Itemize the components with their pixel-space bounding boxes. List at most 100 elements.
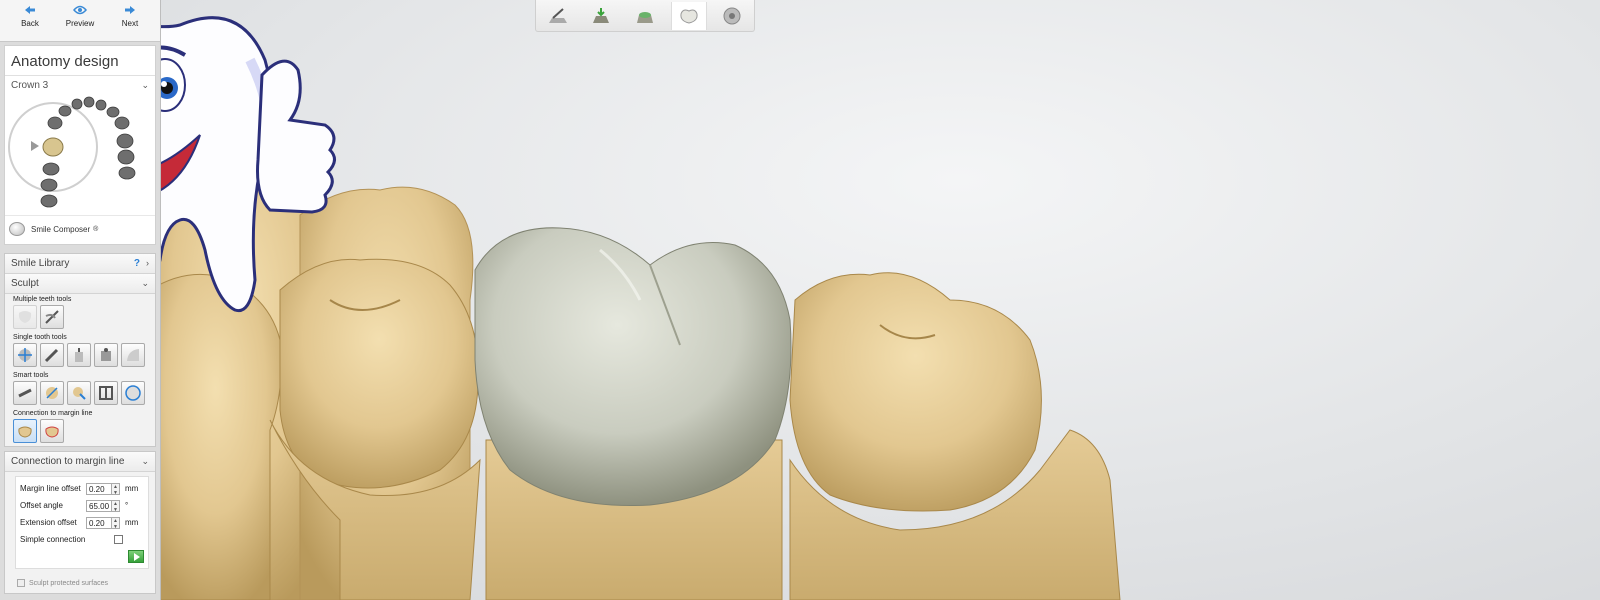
offset-angle-input[interactable]: 65.00 (86, 499, 112, 512)
sculpt-protected-row[interactable]: Sculpt protected surfaces (5, 573, 155, 593)
param-unit: mm (125, 518, 139, 527)
crown-icon (679, 9, 698, 24)
smooth-icon (127, 349, 139, 361)
multi-knife-tool[interactable] (40, 305, 64, 329)
simple-connection-row: Simple connection (20, 531, 144, 548)
chevron-down-icon: ⌄ (141, 456, 149, 466)
param-label: Extension offset (20, 518, 77, 527)
chevron-right-icon: › (146, 258, 149, 268)
3d-viewport[interactable] (0, 0, 1600, 600)
crown-3-model[interactable] (474, 227, 792, 507)
sculpt-protected-label: Sculpt protected surfaces (29, 579, 108, 587)
extension-offset-row: Extension offset 0.20 ▲ ▼ mm (20, 514, 144, 531)
param-unit: ° (125, 501, 129, 510)
sculpt-label: Sculpt (11, 278, 39, 289)
param-label: Offset angle (20, 501, 63, 510)
page-title: Anatomy design (5, 46, 155, 76)
scan-tool-button[interactable] (540, 2, 576, 30)
cusp-tool[interactable] (67, 381, 91, 405)
anatomy-section: Anatomy design Crown 3 ⌄ Smile Composer … (4, 45, 156, 245)
crown-select[interactable]: Crown 3 ⌄ (5, 76, 155, 95)
arrow-left-icon (25, 6, 35, 14)
multi-tooth-icon (18, 311, 32, 323)
back-button[interactable]: Back (10, 0, 50, 41)
add-material-tool[interactable] (67, 343, 91, 367)
tooth-arch-selector[interactable] (5, 95, 155, 215)
single-tooth-tools-label: Single tooth tools (13, 334, 67, 341)
abutment-icon (636, 11, 653, 23)
connection-tools (5, 418, 155, 446)
connection-tool-smooth[interactable] (13, 419, 37, 443)
eye-icon (73, 5, 87, 15)
scale-tool[interactable] (94, 343, 118, 367)
connection-params: Margin line offset 0.20 ▲ ▼ mm Offset ang… (15, 476, 149, 569)
smart-tools-label: Smart tools (13, 372, 49, 379)
connection-smooth-icon (18, 426, 32, 438)
smile-composer-row[interactable]: Smile Composer ® (5, 215, 155, 244)
back-label: Back (21, 19, 39, 28)
proximal-tool[interactable] (94, 381, 118, 405)
preview-button[interactable]: Preview (60, 0, 100, 41)
preview-label: Preview (65, 19, 95, 28)
occlusion-tool[interactable] (40, 381, 64, 405)
stepper[interactable]: ▲ ▼ (112, 482, 120, 496)
connection-tool-edge[interactable] (40, 419, 64, 443)
occlusion-icon (46, 387, 58, 399)
transform-tool[interactable] (13, 343, 37, 367)
smart-tools (5, 380, 155, 408)
left-panel: Back Preview Next Anatomy design Crown 3… (0, 0, 161, 600)
smile-library-header[interactable]: Smile Library ? › (5, 254, 155, 274)
crown-select-value: Crown 3 (11, 80, 49, 91)
abutment-button[interactable] (627, 2, 663, 30)
simple-connection-checkbox[interactable] (114, 535, 123, 544)
single-tooth-tools (5, 342, 155, 370)
anatomy-morph-tool[interactable] (121, 381, 145, 405)
contact-icon (18, 388, 32, 398)
smooth-tool[interactable] (121, 343, 145, 367)
contact-tool[interactable] (13, 381, 37, 405)
wizard-nav: Back Preview Next (0, 0, 160, 42)
multiple-teeth-tools-label: Multiple teeth tools (13, 296, 72, 303)
top-toolbar (535, 0, 755, 32)
transform-icon (18, 348, 32, 362)
chevron-down-icon: ⌄ (141, 278, 149, 288)
scale-icon (101, 348, 111, 361)
extension-offset-input[interactable]: 0.20 (86, 516, 112, 529)
multiple-teeth-tools (5, 304, 155, 332)
disc-icon (723, 7, 741, 24)
stepper[interactable]: ▲ ▼ (112, 516, 120, 530)
connection-header[interactable]: Connection to margin line ⌄ (5, 452, 155, 472)
connection-tools-label: Connection to margin line (13, 410, 93, 417)
connection-header-label: Connection to margin line (11, 456, 125, 467)
smile-library-section: Smile Library ? › Sculpt ⌄ Multiple teeth… (4, 253, 156, 447)
help-icon[interactable]: ? (134, 258, 140, 269)
add-material-icon (75, 348, 83, 362)
sculpt-header[interactable]: Sculpt ⌄ (5, 274, 155, 294)
sculpt-brush-tool[interactable] (40, 343, 64, 367)
disc-button[interactable] (714, 2, 750, 30)
next-button[interactable]: Next (110, 0, 150, 41)
smile-composer-label: Smile Composer (31, 224, 91, 234)
stepper[interactable]: ▲ ▼ (112, 499, 120, 513)
scan-tool-icon (548, 7, 567, 23)
anatomy-morph-icon (125, 385, 141, 401)
param-unit: mm (125, 484, 139, 493)
offset-angle-row: Offset angle 65.00 ▲ ▼ ° (20, 497, 144, 514)
smile-library-label: Smile Library (11, 258, 70, 269)
apply-play-button[interactable] (128, 550, 144, 563)
next-label: Next (121, 19, 139, 28)
multi-morph-tool[interactable] (13, 305, 37, 329)
connection-edge-icon (45, 426, 59, 438)
margin-line-offset-input[interactable]: 0.20 (86, 482, 112, 495)
selected-tooth-marker[interactable] (42, 137, 64, 157)
knife-icon (45, 310, 59, 324)
crown-button[interactable] (670, 1, 707, 30)
margin-button[interactable] (583, 2, 619, 30)
param-label: Margin line offset (20, 484, 81, 493)
cusp-icon (73, 387, 86, 400)
arrow-right-icon (125, 6, 135, 14)
apply-row (20, 548, 144, 565)
smile-composer-mark: ® (93, 225, 99, 233)
tooth-arch-diagram (8, 96, 136, 208)
sculpt-protected-checkbox[interactable] (17, 579, 25, 587)
